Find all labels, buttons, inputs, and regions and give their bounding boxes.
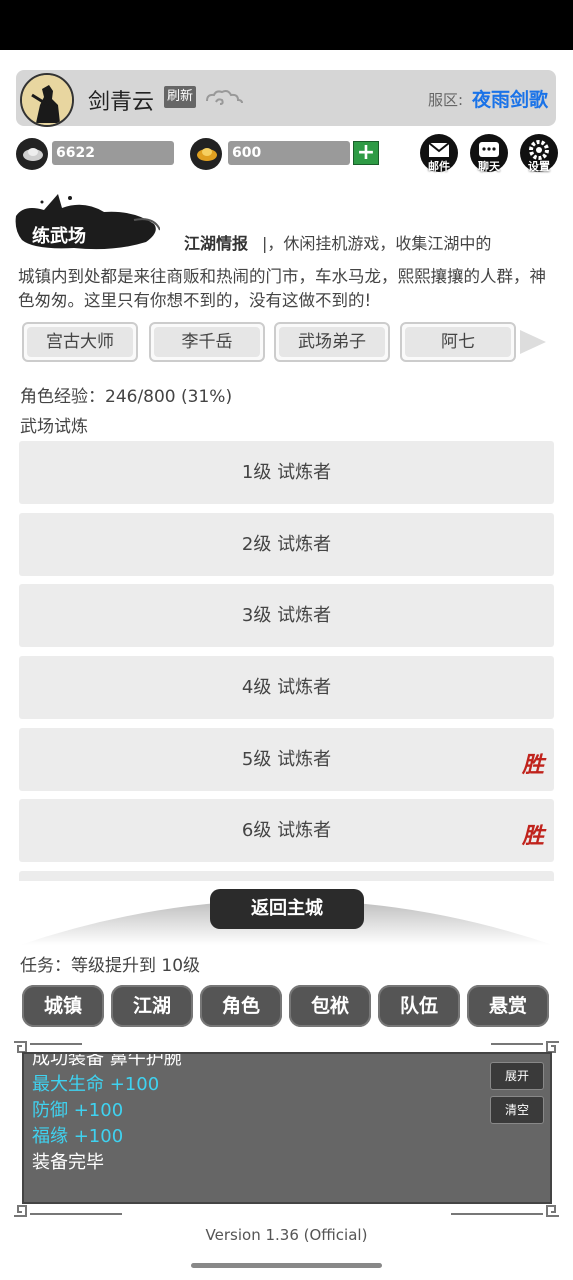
trial-label: 5级 试炼者 [241, 749, 332, 770]
cloud-icon [206, 90, 243, 105]
npc-button[interactable]: 李千岳 [149, 322, 265, 362]
victory-stamp: 胜 [521, 752, 544, 778]
server-label: 服区: [428, 91, 464, 109]
task-text: 任务：等级提升到 10级 [20, 956, 201, 976]
trial-label: 6级 试炼者 [241, 820, 332, 841]
clear-log-button[interactable]: 清空 [490, 1096, 544, 1124]
silver-ingot-icon [16, 138, 48, 170]
trial-list[interactable]: 1级 试炼者 2级 试炼者 3级 试炼者 4级 试炼者 5级 试炼者胜 6级 试… [19, 441, 554, 881]
npc-label: 武场弟子 [279, 327, 385, 357]
settings-label: 设置 [528, 160, 550, 173]
next-arrow-icon[interactable] [520, 330, 546, 354]
trial-label: 4级 试炼者 [241, 677, 332, 698]
avatar[interactable] [20, 73, 74, 127]
npc-button[interactable]: 阿七 [400, 322, 516, 362]
trial-section-title: 武场试炼 [20, 417, 88, 437]
npc-button[interactable]: 武场弟子 [274, 322, 390, 362]
chat-label: 聊天 [478, 160, 500, 173]
trial-label: 1级 试炼者 [241, 462, 332, 483]
nav-team[interactable]: 队伍 [378, 985, 460, 1027]
log-line: 装备完毕 [32, 1152, 104, 1173]
trial-label: 2级 试炼者 [241, 534, 332, 555]
status-bar [0, 0, 573, 50]
version-text: Version 1.36 (Official) [205, 1226, 368, 1244]
news-label: 江湖情报 [184, 234, 249, 253]
trial-row[interactable]: 1级 试炼者 [19, 441, 554, 504]
npc-label: 宫古大师 [27, 327, 133, 357]
news-ticker: |，休闲挂机游戏，收集江湖中的 [262, 234, 492, 253]
npc-label: 阿七 [405, 327, 511, 357]
log-line: 福缘 +100 [32, 1126, 124, 1147]
log-line: 防御 +100 [32, 1100, 124, 1121]
trial-row[interactable]: 4级 试炼者 [19, 656, 554, 719]
mail-button[interactable]: 邮件 [420, 134, 458, 173]
home-indicator[interactable] [191, 1263, 382, 1268]
player-header: 剑青云 刷新 服区: 夜雨剑歌 [16, 70, 556, 127]
trial-row[interactable]: 5级 试炼者 胜 [19, 728, 554, 791]
gold-amount: 600 [228, 141, 350, 165]
return-to-city-button[interactable]: 返回主城 [210, 889, 364, 929]
log-lines: 成功装备 鼻牛护腕 最大生命 +100 防御 +100 福缘 +100 装备完毕 [32, 1052, 182, 1176]
nav-bounty[interactable]: 悬赏 [467, 985, 549, 1027]
trial-row[interactable]: 3级 试炼者 [19, 584, 554, 647]
expand-log-button[interactable]: 展开 [490, 1062, 544, 1090]
trial-row[interactable] [19, 871, 554, 881]
location-description: 城镇内到处都是来往商贩和热闹的门市，车水马龙，熙熙攘攘的人群，神色匆匆。这里只有… [18, 267, 546, 310]
chat-button[interactable]: 聊天 [470, 134, 508, 173]
nav-inventory[interactable]: 包袱 [289, 985, 371, 1027]
npc-label: 李千岳 [154, 327, 260, 357]
victory-stamp: 胜 [521, 823, 544, 849]
npc-button[interactable]: 宫古大师 [22, 322, 138, 362]
warrior-silhouette-icon [22, 75, 72, 125]
add-gold-button[interactable]: + [353, 141, 379, 165]
character-exp: 角色经验：246/800 (31%) [20, 387, 233, 407]
nav-town[interactable]: 城镇 [22, 985, 104, 1027]
gold-ingot-icon [190, 138, 222, 170]
server-name[interactable]: 夜雨剑歌 [472, 85, 548, 112]
location-name: 练武场 [32, 226, 86, 247]
username: 剑青云 [88, 90, 155, 115]
refresh-button[interactable]: 刷新 [164, 86, 196, 108]
mail-label: 邮件 [428, 160, 450, 173]
trial-label: 3级 试炼者 [241, 605, 332, 626]
nav-jianghu[interactable]: 江湖 [111, 985, 193, 1027]
log-line: 成功装备 鼻牛护腕 [32, 1052, 182, 1069]
nav-character[interactable]: 角色 [200, 985, 282, 1027]
silver-amount: 6622 [52, 141, 174, 165]
trial-row[interactable]: 6级 试炼者 胜 [19, 799, 554, 862]
settings-button[interactable]: 设置 [520, 134, 558, 173]
message-log[interactable]: 成功装备 鼻牛护腕 最大生命 +100 防御 +100 福缘 +100 装备完毕… [22, 1052, 552, 1204]
trial-row[interactable]: 2级 试炼者 [19, 513, 554, 576]
log-line: 最大生命 +100 [32, 1074, 160, 1095]
